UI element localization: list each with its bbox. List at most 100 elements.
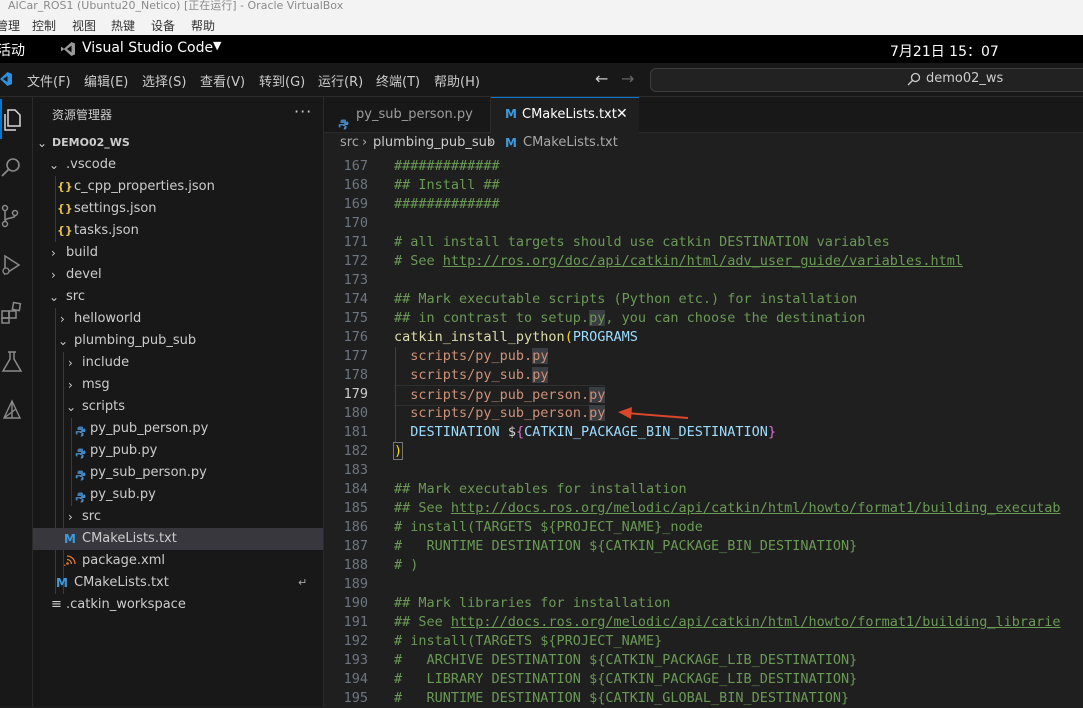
search-icon[interactable] xyxy=(0,147,32,187)
back-arrow-icon[interactable]: ← xyxy=(595,69,608,88)
tree-folder-build[interactable]: › build xyxy=(33,242,323,264)
code-line[interactable]: catkin_install_python(PROGRAMS xyxy=(394,328,638,347)
tree-file-py-pub[interactable]: py_pub.py xyxy=(33,440,323,462)
vm-menu-devices[interactable]: 设备 xyxy=(151,17,175,34)
code-line[interactable]: # install(TARGETS ${PROJECT_NAME}_node xyxy=(394,518,703,537)
code-line[interactable]: ## Mark libraries for installation xyxy=(394,594,670,613)
vm-menu-view[interactable]: 视图 xyxy=(72,17,96,34)
code-line[interactable]: ## Mark executable scripts (Python etc.)… xyxy=(394,290,857,309)
tab-cmakelists[interactable]: M CMakeLists.txt ✕ xyxy=(491,97,639,133)
tree-folder-scripts[interactable]: ⌄ scripts xyxy=(33,396,323,418)
workspace-root[interactable]: ⌄ DEMO02_WS xyxy=(33,132,323,154)
activities-button[interactable]: 活动 xyxy=(0,40,25,60)
vm-menu-manage[interactable]: 管理 xyxy=(0,17,20,34)
code-line[interactable]: scripts/py_pub.py xyxy=(394,347,549,366)
chevron-right-icon: › xyxy=(51,246,56,260)
code-line[interactable]: ## Mark executables for installation xyxy=(394,480,687,499)
tree-folder-helloworld[interactable]: › helloworld xyxy=(33,308,323,330)
explorer-icon[interactable] xyxy=(0,99,34,139)
chevron-right-icon: › xyxy=(68,510,73,524)
line-number: 178 xyxy=(343,367,368,383)
code-line[interactable]: # ) xyxy=(394,556,418,575)
code-line[interactable]: # See http://ros.org/doc/api/catkin/html… xyxy=(394,252,963,271)
tree-file-settings-json[interactable]: {} settings.json xyxy=(33,198,323,220)
app-menu-label[interactable]: Visual Studio Code xyxy=(82,40,213,56)
tree-file-cmakelists-root[interactable]: M CMakeLists.txt ↵ xyxy=(33,572,323,594)
tree-file-py-pub-person[interactable]: py_pub_person.py xyxy=(33,418,323,440)
tree-folder-msg[interactable]: › msg xyxy=(33,374,323,396)
chevron-down-icon[interactable]: ▼ xyxy=(213,39,221,52)
menu-run[interactable]: 运行(R) xyxy=(318,71,363,90)
code-line[interactable]: ## See http://docs.ros.org/melodic/api/c… xyxy=(394,613,1060,632)
line-number: 186 xyxy=(343,519,368,535)
clock[interactable]: 7月21日 15：07 xyxy=(890,41,999,61)
menu-selection[interactable]: 选择(S) xyxy=(142,71,186,90)
code-line[interactable]: # RUNTIME DESTINATION ${CATKIN_GLOBAL_BI… xyxy=(394,689,849,708)
menu-go[interactable]: 转到(G) xyxy=(259,71,305,90)
code-line[interactable]: # RUNTIME DESTINATION ${CATKIN_PACKAGE_B… xyxy=(394,537,857,556)
line-number: 174 xyxy=(343,291,368,307)
menu-help[interactable]: 帮助(H) xyxy=(434,71,480,90)
tree-file-c-cpp-properties[interactable]: {} c_cpp_properties.json xyxy=(33,176,323,198)
code-line[interactable]: scripts/py_sub_person.py xyxy=(394,404,606,423)
tree-file-py-sub[interactable]: py_sub.py xyxy=(33,484,323,506)
code-line[interactable]: ## See http://docs.ros.org/melodic/api/c… xyxy=(394,499,1060,518)
testing-icon[interactable] xyxy=(0,342,32,382)
code-line[interactable]: # install(TARGETS ${PROJECT_NAME} xyxy=(394,632,662,651)
code-line[interactable]: ## Install ## xyxy=(394,176,500,195)
tree-folder-include[interactable]: › include xyxy=(33,352,323,374)
tree-file-py-sub-person[interactable]: py_sub_person.py xyxy=(33,462,323,484)
tree-folder-src[interactable]: ⌄ src xyxy=(33,286,323,308)
code-line[interactable]: ## in contrast to setup.py, you can choo… xyxy=(394,309,865,328)
vm-menu-control[interactable]: 控制 xyxy=(32,17,56,34)
code-line[interactable]: # all install targets should use catkin … xyxy=(394,233,890,252)
annotation-arrow-icon xyxy=(618,407,689,419)
line-number: 189 xyxy=(343,576,368,592)
code-line[interactable]: # LIBRARY DESTINATION ${CATKIN_PACKAGE_L… xyxy=(394,670,857,689)
tree-file-cmakelists-selected[interactable]: M CMakeLists.txt xyxy=(33,528,323,550)
cmake-icon: M xyxy=(64,532,76,546)
menu-view[interactable]: 查看(V) xyxy=(200,71,245,90)
run-debug-icon[interactable] xyxy=(0,245,32,285)
extensions-icon[interactable] xyxy=(0,293,32,333)
tree-folder-plumbing-pub-sub[interactable]: ⌄ plumbing_pub_sub xyxy=(33,330,323,352)
command-center-search[interactable]: demo02_ws xyxy=(650,68,1083,92)
tree-folder-src-inner[interactable]: › src xyxy=(33,506,323,528)
ros-icon[interactable] xyxy=(0,390,32,430)
tab-py-sub-person[interactable]: py_sub_person.py xyxy=(324,97,491,132)
breadcrumb-src[interactable]: src xyxy=(340,132,359,154)
line-number: 194 xyxy=(343,671,368,687)
vm-menu-help[interactable]: 帮助 xyxy=(191,17,215,34)
forward-arrow-icon[interactable]: → xyxy=(621,69,634,88)
chevron-right-icon: › xyxy=(60,312,65,326)
code-line[interactable]: # ARCHIVE DESTINATION ${CATKIN_PACKAGE_L… xyxy=(394,651,857,670)
source-control-icon[interactable] xyxy=(0,196,32,236)
menu-edit[interactable]: 编辑(E) xyxy=(84,71,128,90)
code-line[interactable]: scripts/py_sub.py xyxy=(394,366,549,385)
python-icon xyxy=(75,445,86,459)
code-line[interactable]: scripts/py_pub_person.py xyxy=(394,385,606,406)
code-line[interactable]: ############# xyxy=(394,195,500,214)
code-line[interactable]: ) xyxy=(392,442,404,461)
more-actions-icon[interactable]: ··· xyxy=(294,102,312,121)
line-number: 190 xyxy=(343,595,368,611)
line-number: 195 xyxy=(343,690,368,706)
cmake-icon: M xyxy=(505,136,517,150)
tree-folder-vscode[interactable]: ⌄ .vscode xyxy=(33,154,323,176)
close-icon[interactable]: ✕ xyxy=(616,97,628,132)
line-number: 169 xyxy=(343,196,368,212)
tree-file-tasks-json[interactable]: {} tasks.json xyxy=(33,220,323,242)
code-line[interactable]: DESTINATION ${CATKIN_PACKAGE_BIN_DESTINA… xyxy=(394,423,776,442)
menu-terminal[interactable]: 终端(T) xyxy=(376,71,420,90)
line-number: 182 xyxy=(343,443,368,459)
tree-file-package-xml[interactable]: ฺ package.xml xyxy=(33,550,323,572)
tree-folder-devel[interactable]: › devel xyxy=(33,264,323,286)
tree-file-catkin-workspace[interactable]: ≡ .catkin_workspace xyxy=(33,594,323,616)
breadcrumb-file[interactable]: CMakeLists.txt xyxy=(523,132,618,154)
code-editor[interactable]: 167 ############# 168 ## Install ## 169 #####… xyxy=(324,157,1083,707)
breadcrumb-package[interactable]: plumbing_pub_sub xyxy=(373,132,495,154)
vm-menu-hotkeys[interactable]: 热键 xyxy=(111,17,135,34)
explorer-title: 资源管理器 xyxy=(52,108,113,122)
menu-file[interactable]: 文件(F) xyxy=(27,71,71,90)
code-line[interactable]: ############# xyxy=(394,157,500,176)
